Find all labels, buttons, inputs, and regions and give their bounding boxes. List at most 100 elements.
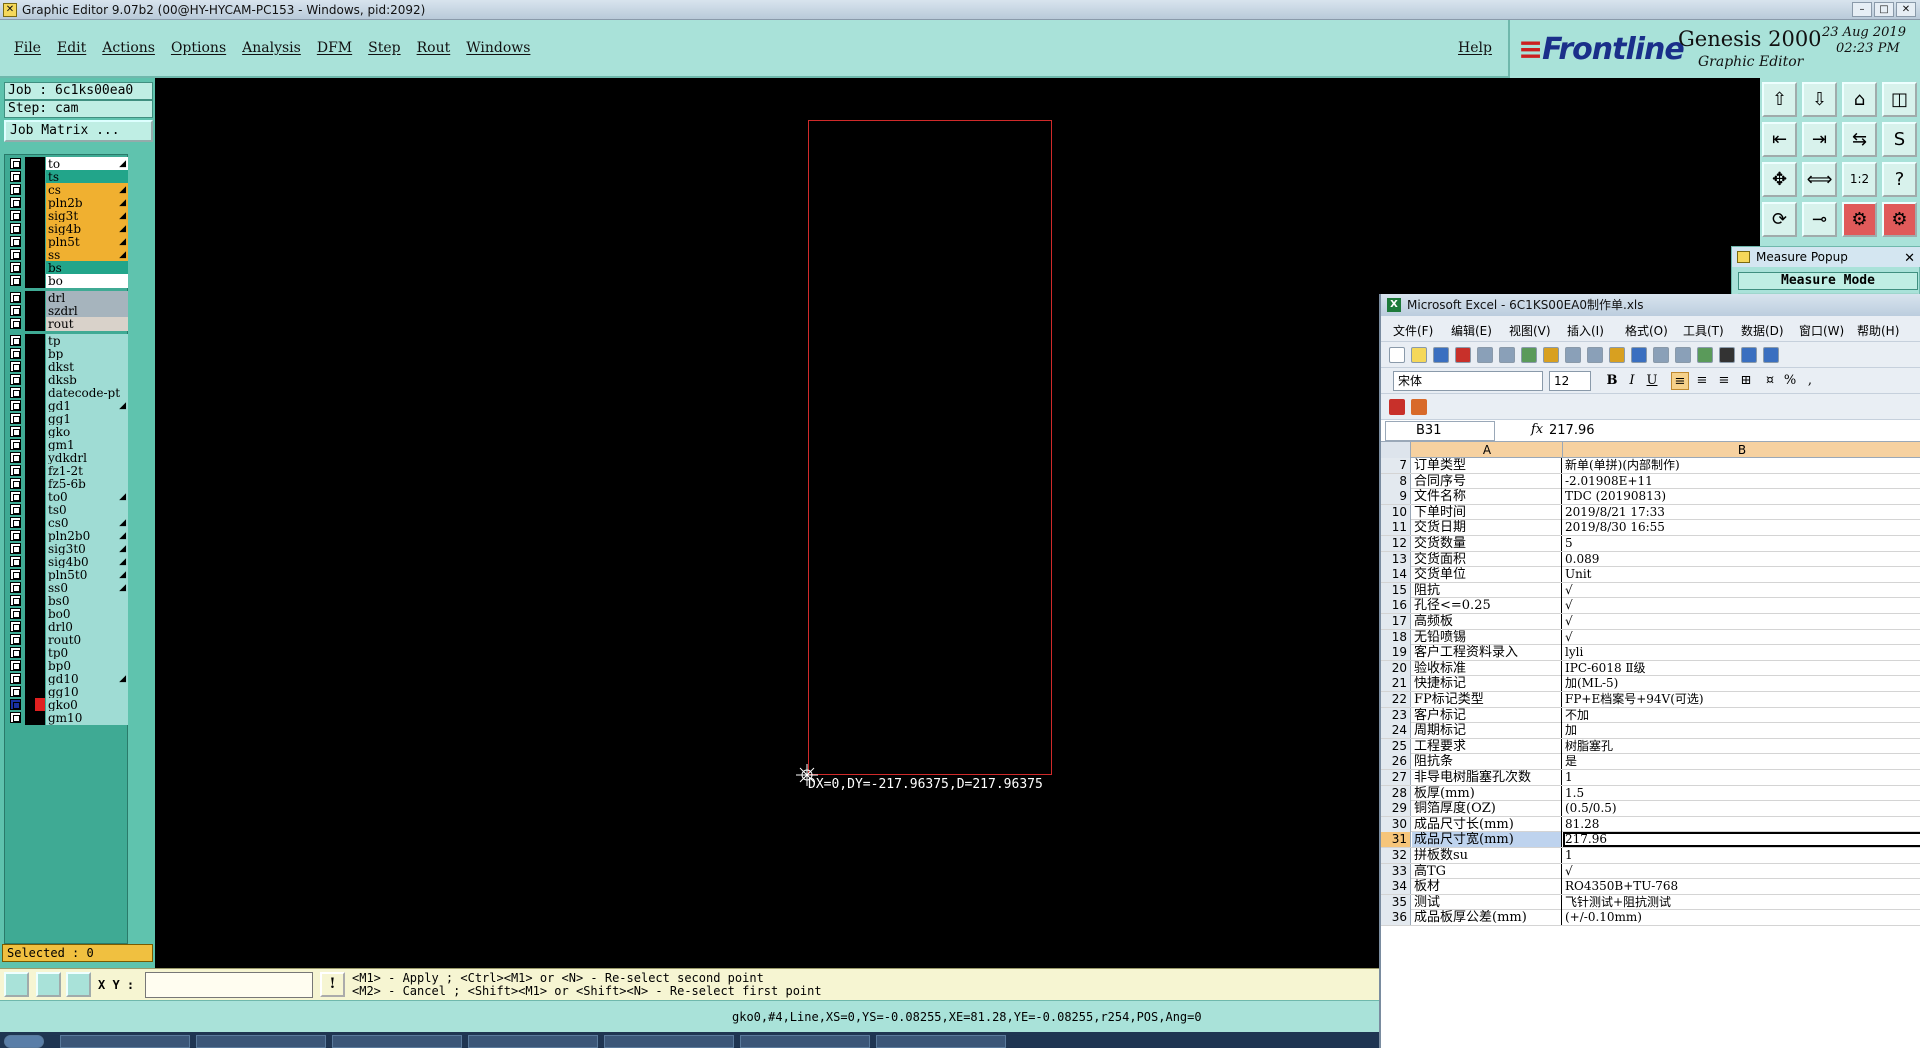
layer-row[interactable]: gg1: [8, 412, 128, 426]
layer-row[interactable]: sig3t ◢: [8, 209, 128, 223]
cell-a[interactable]: 工程要求: [1412, 738, 1562, 754]
name-box[interactable]: B31: [1385, 421, 1495, 441]
layer-name[interactable]: pln5t0 ◢: [46, 568, 128, 582]
cell-a[interactable]: 交货数量: [1412, 536, 1562, 551]
layer-checkbox[interactable]: [10, 673, 21, 684]
cell-a[interactable]: 文件名称: [1412, 489, 1562, 505]
hyperlink-icon[interactable]: [1719, 347, 1735, 363]
row-header[interactable]: 32: [1381, 848, 1411, 863]
layer-checkbox[interactable]: [10, 292, 21, 303]
layer-checkbox[interactable]: [10, 197, 21, 208]
undo-icon[interactable]: [1675, 347, 1691, 363]
row-header[interactable]: 21: [1381, 676, 1411, 692]
merge-center-button[interactable]: ⊞: [1737, 372, 1755, 390]
layer-name[interactable]: to ◢: [46, 157, 128, 171]
layer-name[interactable]: fz1-2t: [46, 464, 128, 478]
save-icon[interactable]: [1433, 347, 1449, 363]
home-icon[interactable]: ⌂: [1842, 82, 1877, 117]
cell-a[interactable]: 板厚(mm): [1412, 785, 1562, 801]
cell-b[interactable]: -2.01908E+11: [1563, 474, 1920, 489]
menu-file[interactable]: File: [14, 40, 41, 56]
excel-menu-item[interactable]: 视图(V): [1509, 322, 1551, 339]
cell-b[interactable]: (0.5/0.5): [1563, 801, 1920, 816]
layer-row[interactable]: drl: [8, 291, 128, 305]
italic-button[interactable]: I: [1623, 372, 1641, 390]
underline-button[interactable]: U: [1643, 372, 1661, 390]
snap-icon[interactable]: ⇆: [1842, 122, 1877, 157]
row-header[interactable]: 8: [1381, 473, 1411, 489]
layer-row[interactable]: gko: [8, 425, 128, 439]
cell-a[interactable]: 铜箔厚度(OZ): [1412, 801, 1562, 817]
cell-a[interactable]: 验收标准: [1412, 660, 1562, 676]
layer-row[interactable]: dkst: [8, 360, 128, 374]
measure-mode-icon[interactable]: [36, 972, 61, 997]
layer-checkbox[interactable]: [10, 452, 21, 463]
cell-b[interactable]: √: [1563, 630, 1920, 645]
layer-name[interactable]: gd1 ◢: [46, 399, 128, 413]
layer-checkbox[interactable]: [10, 478, 21, 489]
save-icon[interactable]: ⇩: [1802, 82, 1837, 117]
cell-a[interactable]: 高TG: [1412, 863, 1562, 879]
layer-color-swatch[interactable]: [25, 607, 45, 621]
layer-checkbox[interactable]: [10, 210, 21, 221]
cell-b[interactable]: 不加: [1563, 708, 1920, 723]
layer-name[interactable]: sig3t0 ◢: [46, 542, 128, 556]
step-right-icon[interactable]: ⇥: [1802, 122, 1837, 157]
row-header[interactable]: 36: [1381, 910, 1411, 926]
cell-b[interactable]: FP+E档案号+94V(可选): [1563, 692, 1920, 707]
row-header[interactable]: 24: [1381, 723, 1411, 739]
layer-name[interactable]: cs ◢: [46, 183, 128, 197]
taskbar-item[interactable]: [740, 1035, 870, 1048]
formula-input[interactable]: 217.96: [1549, 423, 1595, 438]
comma-button[interactable]: ,: [1801, 372, 1819, 390]
layer-color-swatch[interactable]: [25, 659, 45, 673]
layer-name[interactable]: bo0: [46, 607, 128, 621]
row-header[interactable]: 23: [1381, 707, 1411, 723]
split-view-icon[interactable]: ◫: [1882, 82, 1917, 117]
cell-a[interactable]: 合同序号: [1412, 473, 1562, 489]
cell-a[interactable]: 阻抗: [1412, 582, 1562, 598]
research-icon[interactable]: [1565, 347, 1581, 363]
layer-row[interactable]: to ◢: [8, 157, 128, 171]
row-header[interactable]: 22: [1381, 692, 1411, 707]
layer-name[interactable]: cs0 ◢: [46, 516, 128, 530]
column-header-b[interactable]: B: [1563, 442, 1920, 458]
cell-b[interactable]: 217.96: [1563, 832, 1920, 848]
layer-color-swatch[interactable]: [25, 464, 45, 478]
layer-row[interactable]: dksb: [8, 373, 128, 387]
redo-icon[interactable]: [1697, 347, 1713, 363]
cell-b[interactable]: 1.5: [1563, 786, 1920, 801]
info-button[interactable]: !: [320, 972, 345, 997]
row-header[interactable]: 28: [1381, 785, 1411, 801]
cell-b[interactable]: √: [1563, 614, 1920, 629]
maximize-button[interactable]: □: [1874, 2, 1894, 17]
layer-checkbox[interactable]: [10, 171, 21, 182]
layer-name[interactable]: gg1: [46, 412, 128, 426]
layer-color-swatch[interactable]: [25, 196, 45, 210]
row-header[interactable]: 12: [1381, 536, 1411, 551]
layer-checkbox[interactable]: [10, 569, 21, 580]
layer-row[interactable]: gko0: [8, 698, 128, 712]
layer-row[interactable]: gd1 ◢: [8, 399, 128, 413]
measure-icon[interactable]: ⊸: [1802, 202, 1837, 237]
row-header[interactable]: 11: [1381, 520, 1411, 536]
zoom-fit-icon[interactable]: ✥: [1762, 162, 1797, 197]
cell-b[interactable]: √: [1563, 598, 1920, 613]
layer-row[interactable]: ydkdrl: [8, 451, 128, 465]
layer-checkbox[interactable]: [10, 374, 21, 385]
layer-name[interactable]: gm10: [46, 711, 128, 725]
layer-row[interactable]: fz5-6b: [8, 477, 128, 491]
layer-name[interactable]: datecode-pt: [46, 386, 128, 400]
layer-row[interactable]: ss0 ◢: [8, 581, 128, 595]
layer-color-swatch[interactable]: [25, 360, 45, 374]
layer-checkbox[interactable]: [10, 491, 21, 502]
layer-color-swatch[interactable]: [25, 317, 45, 331]
layer-checkbox[interactable]: [10, 426, 21, 437]
layer-row[interactable]: tp: [8, 334, 128, 348]
layer-checkbox[interactable]: [10, 634, 21, 645]
layer-name[interactable]: drl: [46, 291, 128, 305]
autosum-icon[interactable]: [1741, 347, 1757, 363]
layer-name[interactable]: to0 ◢: [46, 490, 128, 504]
layer-name[interactable]: dkst: [46, 360, 128, 374]
layer-checkbox[interactable]: [10, 236, 21, 247]
